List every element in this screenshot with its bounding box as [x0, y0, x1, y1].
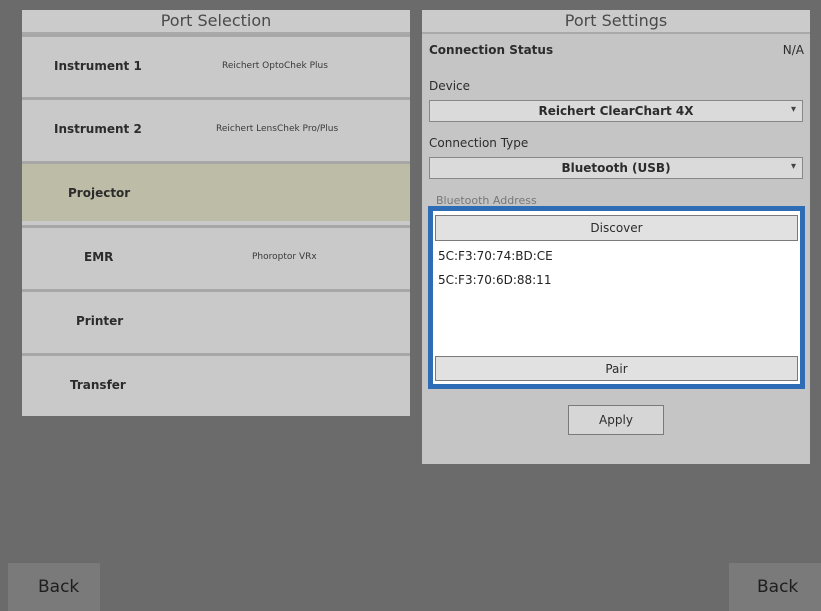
device-select-value: Reichert ClearChart 4X — [538, 104, 694, 118]
connection-type-select-value: Bluetooth (USB) — [561, 161, 671, 175]
connection-status-label: Connection Status — [429, 43, 554, 57]
device-select[interactable]: Reichert ClearChart 4X ▾ — [429, 100, 803, 122]
back-button-left[interactable]: Back — [8, 563, 100, 611]
port-row-name: Instrument 2 — [54, 121, 142, 136]
chevron-down-icon: ▾ — [790, 161, 796, 172]
bluetooth-address-item[interactable]: 5C:F3:70:6D:88:11 — [438, 273, 551, 287]
port-row-name: Transfer — [70, 377, 126, 392]
port-row-instrument-2[interactable]: Instrument 2 Reichert LensChek Pro/Plus — [22, 97, 410, 157]
port-row-printer[interactable]: Printer — [22, 289, 410, 349]
back-button-right[interactable]: Back — [729, 563, 821, 611]
pair-button[interactable]: Pair — [435, 356, 798, 381]
connection-type-select[interactable]: Bluetooth (USB) ▾ — [429, 157, 803, 179]
port-row-instrument-1[interactable]: Instrument 1 Reichert OptoChek Plus — [22, 34, 410, 94]
port-row-name: Printer — [76, 313, 124, 328]
bluetooth-discovery-box: Discover 5C:F3:70:74:BD:CE 5C:F3:70:6D:8… — [428, 206, 805, 389]
port-row-device: Phoroptor VRx — [252, 251, 317, 262]
port-row-device: Reichert OptoChek Plus — [222, 60, 328, 71]
port-row-name: Instrument 1 — [54, 58, 142, 73]
connection-status-value: N/A — [782, 43, 804, 57]
port-settings-title: Port Settings — [422, 10, 810, 34]
port-row-projector[interactable]: Projector — [22, 161, 410, 221]
port-selection-panel: Port Selection Instrument 1 Reichert Opt… — [22, 10, 410, 416]
chevron-down-icon: ▾ — [790, 104, 796, 115]
device-label: Device — [429, 79, 471, 93]
port-row-name: Projector — [68, 185, 131, 200]
port-row-device: Reichert LensChek Pro/Plus — [216, 123, 339, 134]
port-row-emr[interactable]: EMR Phoroptor VRx — [22, 225, 410, 285]
port-selection-title: Port Selection — [22, 10, 410, 34]
discover-button[interactable]: Discover — [435, 215, 798, 241]
bluetooth-address-item[interactable]: 5C:F3:70:74:BD:CE — [438, 249, 553, 263]
port-row-transfer[interactable]: Transfer — [22, 353, 410, 413]
apply-button[interactable]: Apply — [568, 405, 664, 435]
connection-type-label: Connection Type — [429, 136, 529, 150]
port-row-name: EMR — [84, 249, 114, 264]
